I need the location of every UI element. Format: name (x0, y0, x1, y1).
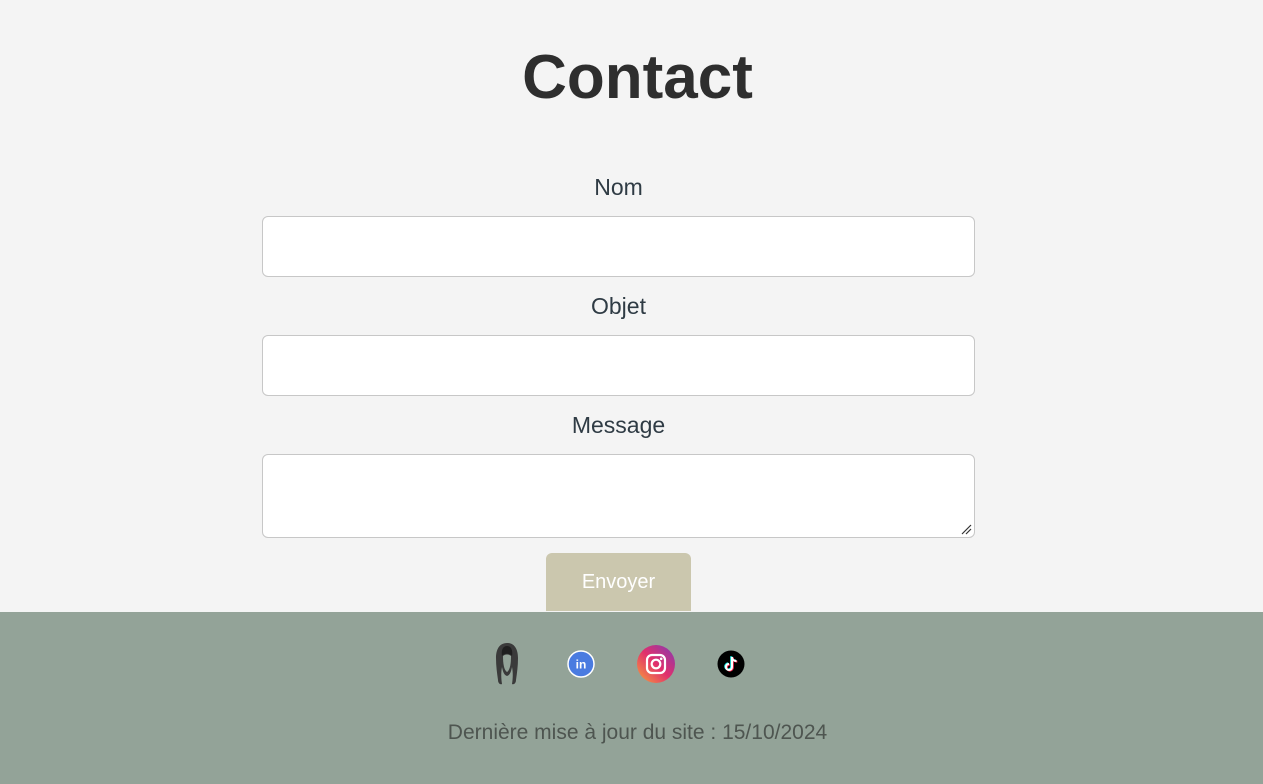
message-label: Message (571, 412, 666, 438)
page-title: Contact (522, 43, 753, 112)
name-input[interactable] (262, 216, 975, 277)
message-textarea[interactable] (262, 454, 975, 538)
main-content: Contact Nom Objet Message Envoyer (0, 0, 1263, 612)
name-label: Nom (594, 174, 643, 200)
subject-label: Objet (591, 293, 646, 319)
contact-page: Contact Nom Objet Message Envoyer in Der… (0, 0, 1263, 784)
tiktok-icon (717, 650, 745, 678)
profile-link[interactable] (487, 642, 527, 686)
profile-silhouette-icon (496, 643, 518, 685)
svg-text:in: in (576, 658, 587, 672)
instagram-icon (637, 645, 675, 683)
resize-handle-icon[interactable] (960, 523, 972, 535)
tiktok-link[interactable] (711, 642, 751, 686)
last-update-text: Dernière mise à jour du site : 15/10/202… (447, 721, 828, 744)
linkedin-icon: in (567, 650, 595, 678)
linkedin-link[interactable]: in (561, 642, 601, 686)
footer: in Dernière mise à jour du site: 15/10/… (0, 612, 1263, 784)
instagram-link[interactable] (636, 642, 676, 686)
subject-input[interactable] (262, 335, 975, 396)
message-wrapper (262, 454, 975, 538)
send-button[interactable]: Envoyer (546, 553, 691, 611)
